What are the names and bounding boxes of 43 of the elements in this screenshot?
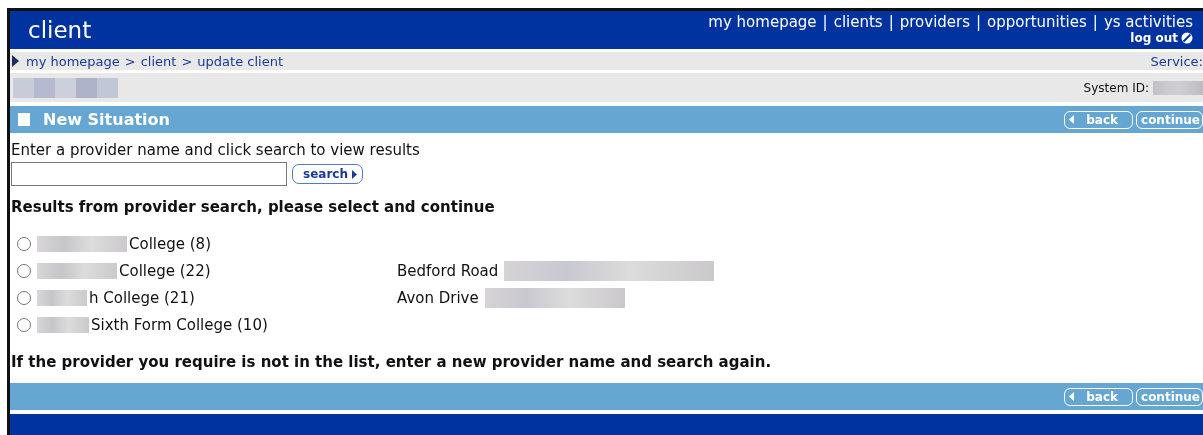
nav-separator: | bbox=[822, 13, 828, 31]
service-label: Service: bbox=[1150, 53, 1203, 69]
nav-link[interactable]: opportunities bbox=[987, 13, 1087, 31]
caret-icon bbox=[1069, 392, 1075, 401]
redaction-block bbox=[1153, 80, 1203, 95]
provider-name: h College (21) bbox=[88, 289, 195, 307]
search-button[interactable]: search bbox=[292, 164, 363, 184]
provider-name: College (22) bbox=[118, 262, 211, 280]
radio-button[interactable] bbox=[17, 318, 31, 332]
radio-button[interactable] bbox=[17, 237, 31, 251]
nav-separator: | bbox=[1092, 13, 1098, 31]
breadcrumb-link[interactable]: update client bbox=[197, 53, 283, 69]
provider-name: Sixth Form College (10) bbox=[90, 316, 268, 334]
breadcrumb-link[interactable]: my homepage bbox=[26, 53, 120, 69]
redaction-block bbox=[37, 317, 89, 333]
provider-name: College (8) bbox=[128, 235, 211, 253]
arrow-icon bbox=[12, 55, 19, 67]
nav-link[interactable]: my homepage bbox=[708, 13, 817, 31]
nav-separator: | bbox=[976, 13, 982, 31]
logout-link[interactable]: log out bbox=[1130, 31, 1203, 45]
results-heading: Results from provider search, please select and continue bbox=[11, 198, 496, 216]
nav-link[interactable]: ys activities bbox=[1103, 13, 1193, 31]
breadcrumb-separator: > bbox=[181, 53, 193, 69]
system-id-label: System ID: bbox=[1083, 80, 1149, 95]
breadcrumb-link[interactable]: client bbox=[140, 53, 177, 69]
redaction-block bbox=[37, 290, 87, 306]
square-icon bbox=[18, 113, 30, 126]
nav-link[interactable]: providers bbox=[899, 13, 971, 31]
caret-icon bbox=[351, 169, 357, 179]
provider-address: Bedford Road bbox=[397, 262, 499, 280]
radio-button[interactable] bbox=[17, 264, 31, 278]
logout-icon bbox=[1181, 32, 1193, 44]
nav-link[interactable]: clients bbox=[833, 13, 883, 31]
breadcrumb-separator: > bbox=[124, 53, 136, 69]
caret-icon bbox=[1069, 115, 1075, 124]
provider-address: Avon Drive bbox=[397, 289, 479, 307]
page-title: client bbox=[27, 16, 92, 45]
nav-separator: | bbox=[888, 13, 894, 31]
footer-note: If the provider you require is not in the list, enter a new provider name and search again. bbox=[11, 353, 773, 371]
radio-button[interactable] bbox=[17, 291, 31, 305]
instruction-text: Enter a provider name and click search to view results bbox=[11, 141, 421, 159]
search-field[interactable] bbox=[11, 162, 287, 186]
section-title: New Situation bbox=[43, 110, 170, 129]
